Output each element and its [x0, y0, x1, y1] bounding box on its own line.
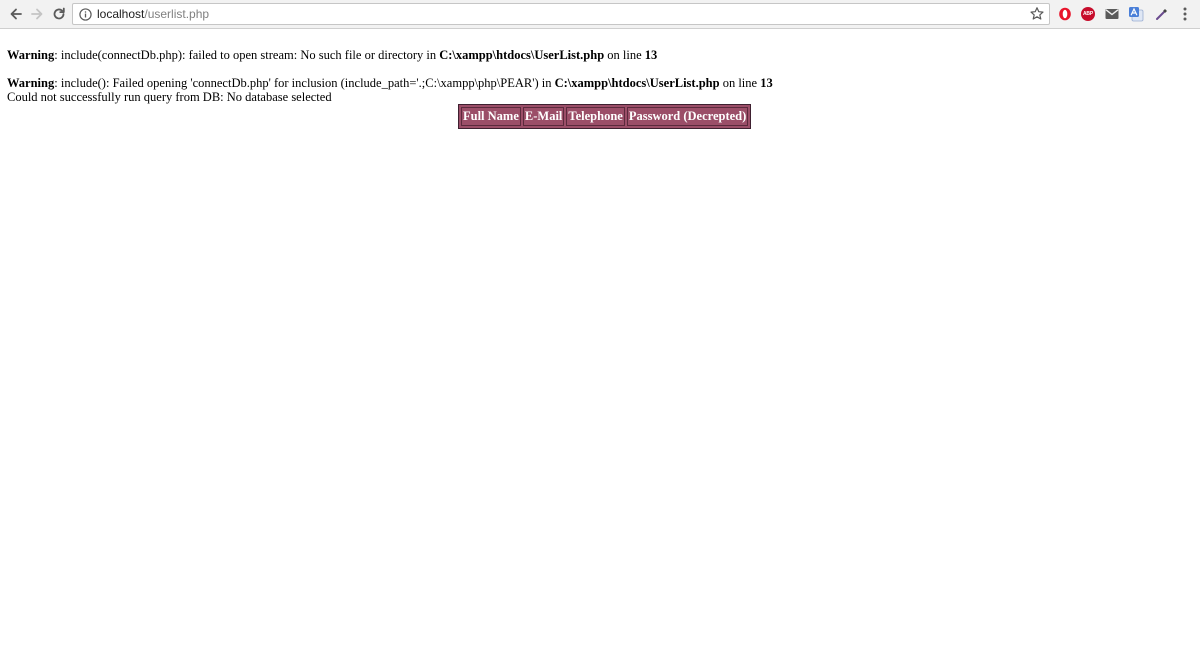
forward-button[interactable] [27, 4, 47, 24]
url-host: localhost [97, 7, 145, 21]
mail-extension-button[interactable] [1104, 6, 1120, 22]
back-arrow-icon [10, 8, 22, 20]
info-icon[interactable] [79, 8, 92, 21]
translate-extension-button[interactable] [1128, 6, 1144, 22]
warning-file-path: C:\xampp\htdocs\UserList.php [554, 76, 720, 90]
php-warning-include: Warning: include(connectDb.php): failed … [7, 48, 657, 63]
warning-on-line: on line [604, 48, 645, 62]
url-text[interactable]: localhost/userlist.php [97, 4, 209, 24]
warning-line-number: 13 [644, 48, 658, 62]
url-path: /userlist.php [144, 7, 210, 21]
adblock-plus-icon: ABP [1081, 7, 1095, 21]
warning-file-path: C:\xampp\htdocs\UserList.php [439, 48, 605, 62]
page-content: Warning: include(connectDb.php): failed … [0, 30, 1200, 656]
opera-icon [1059, 7, 1071, 21]
browser-menu-button[interactable] [1177, 6, 1193, 22]
warning-label: Warning [7, 48, 55, 62]
reload-icon [53, 7, 65, 20]
warning-message: : include(connectDb.php): failed to open… [54, 48, 440, 62]
bookmark-star-icon[interactable] [1029, 6, 1045, 22]
mail-icon [1105, 9, 1119, 19]
column-header-email: E-Mail [522, 107, 565, 126]
column-header-full-name: Full Name [461, 107, 521, 126]
back-button[interactable] [6, 4, 26, 24]
kebab-menu-icon [1183, 7, 1187, 21]
php-warning-include-path: Warning: include(): Failed opening 'conn… [7, 76, 773, 91]
adblock-plus-button[interactable]: ABP [1080, 6, 1096, 22]
warning-message: : include(): Failed opening 'connectDb.p… [54, 76, 555, 90]
browser-toolbar: localhost/userlist.php ABP [0, 0, 1200, 29]
warning-line-number: 13 [760, 76, 773, 90]
reload-button[interactable] [49, 4, 69, 24]
eyedropper-icon [1156, 9, 1167, 20]
forward-arrow-icon [31, 8, 43, 20]
table-header-row: Full Name E-Mail Telephone Password (Dec… [461, 107, 749, 126]
translate-icon [1129, 7, 1144, 22]
column-header-telephone: Telephone [566, 107, 625, 126]
user-list-table: Full Name E-Mail Telephone Password (Dec… [458, 104, 752, 129]
warning-label: Warning [7, 76, 55, 90]
address-bar[interactable]: localhost/userlist.php [72, 3, 1050, 25]
column-header-password: Password (Decrepted) [626, 107, 749, 126]
opera-extension-button[interactable] [1057, 6, 1073, 22]
query-error-message: Could not successfully run query from DB… [7, 90, 332, 104]
color-picker-extension-button[interactable] [1154, 6, 1170, 22]
warning-on-line: on line [719, 76, 761, 90]
